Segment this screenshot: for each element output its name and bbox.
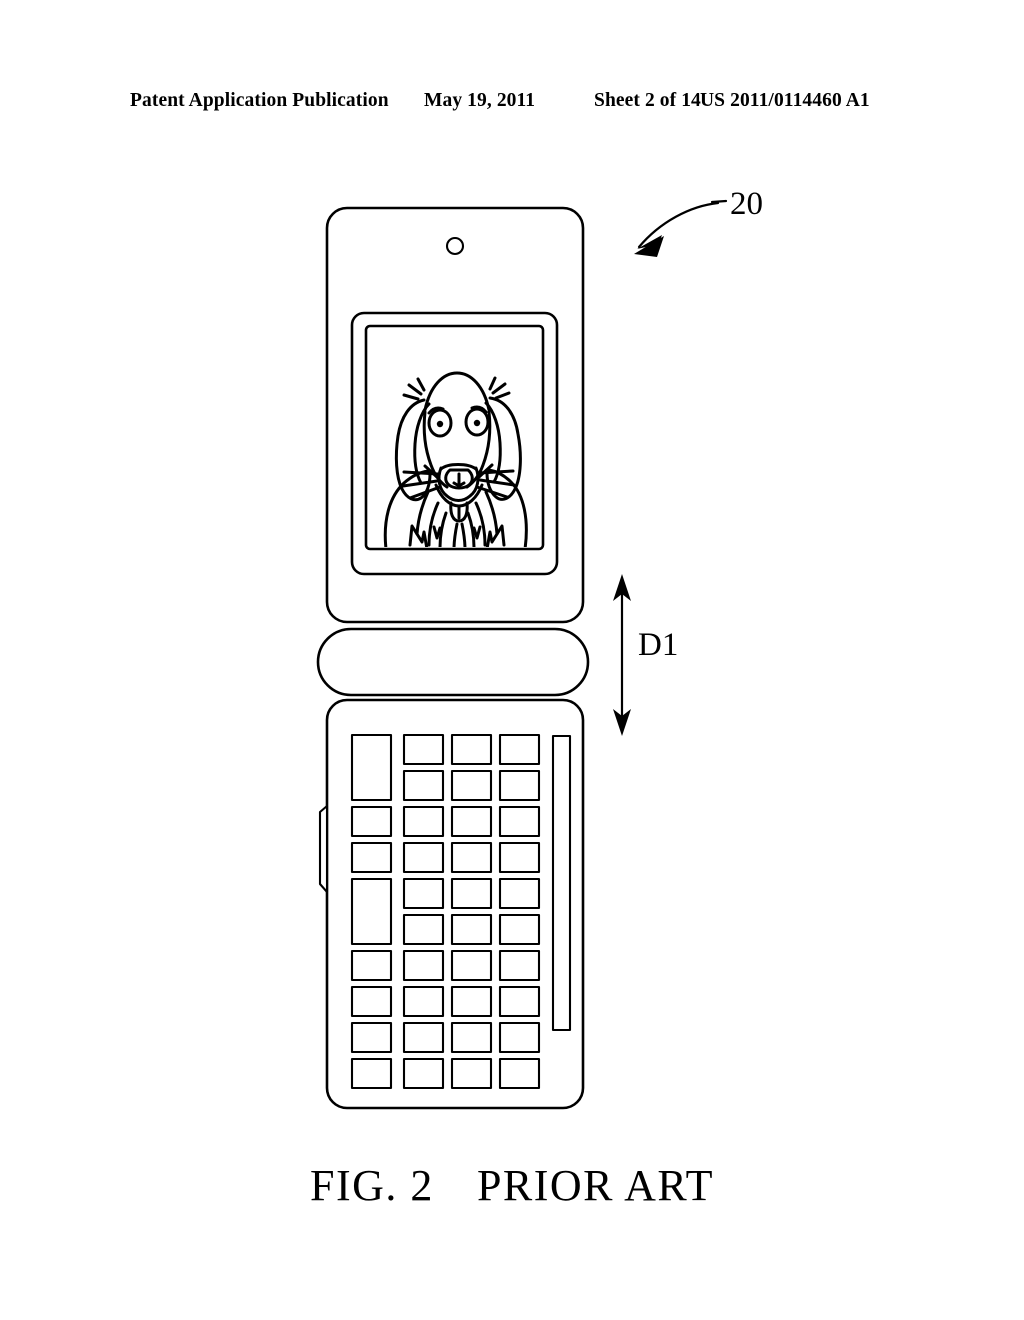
key-c1-r7 — [350, 949, 393, 982]
figure-caption-prior-art: PRIOR ART — [476, 1161, 714, 1210]
key-c4-r8 — [498, 985, 541, 1018]
key-side-bar — [551, 734, 572, 1032]
earpiece-hole-icon — [445, 236, 465, 256]
key-c3-r5 — [450, 877, 493, 910]
key-c4-r5 — [498, 877, 541, 910]
key-c4-r6 — [498, 913, 541, 946]
reference-leader-20 — [634, 199, 728, 257]
key-c2-r6 — [402, 913, 445, 946]
key-c4-r9 — [498, 1021, 541, 1054]
key-c4-r4 — [498, 841, 541, 874]
key-c2-r2 — [402, 769, 445, 802]
key-c4-r3 — [498, 805, 541, 838]
key-c3-r10 — [450, 1057, 493, 1090]
key-c2-r5 — [402, 877, 445, 910]
key-c2-r9 — [402, 1021, 445, 1054]
figure-caption-number: FIG. 2 — [310, 1161, 434, 1210]
key-c4-r1 — [498, 733, 541, 766]
reference-numeral-20-label: 20 — [730, 186, 763, 222]
key-c2-r7 — [402, 949, 445, 982]
key-c1-r3 — [350, 805, 393, 838]
key-c4-r10 — [498, 1057, 541, 1090]
key-c2-r3 — [402, 805, 445, 838]
key-c2-r8 — [402, 985, 445, 1018]
key-c4-r7 — [498, 949, 541, 982]
key-c2-r10 — [402, 1057, 445, 1090]
dimension-label-d1: D1 — [638, 627, 678, 663]
key-c1-r9 — [350, 1021, 393, 1054]
key-c3-r1 — [450, 733, 493, 766]
dimension-arrow-d1 — [613, 574, 631, 736]
key-c1-r4 — [350, 841, 393, 874]
phone-display-screen — [364, 324, 545, 551]
side-button[interactable] — [318, 804, 329, 894]
key-c3-r8 — [450, 985, 493, 1018]
figure-caption: FIG. 2 PRIOR ART — [0, 1160, 1024, 1211]
key-c3-r4 — [450, 841, 493, 874]
key-c3-r2 — [450, 769, 493, 802]
key-c2-r4 — [402, 841, 445, 874]
key-c3-r7 — [450, 949, 493, 982]
key-c3-r6 — [450, 913, 493, 946]
key-c2-r1 — [402, 733, 445, 766]
key-c3-r9 — [450, 1021, 493, 1054]
key-c1-r10 — [350, 1057, 393, 1090]
key-tall-2 — [350, 877, 393, 946]
key-c1-r8 — [350, 985, 393, 1018]
patent-figure-drawing: 20 D1 — [0, 0, 1024, 1320]
key-c3-r3 — [450, 805, 493, 838]
key-tall-1 — [350, 733, 393, 802]
phone-hinge — [316, 627, 590, 697]
key-c4-r2 — [498, 769, 541, 802]
